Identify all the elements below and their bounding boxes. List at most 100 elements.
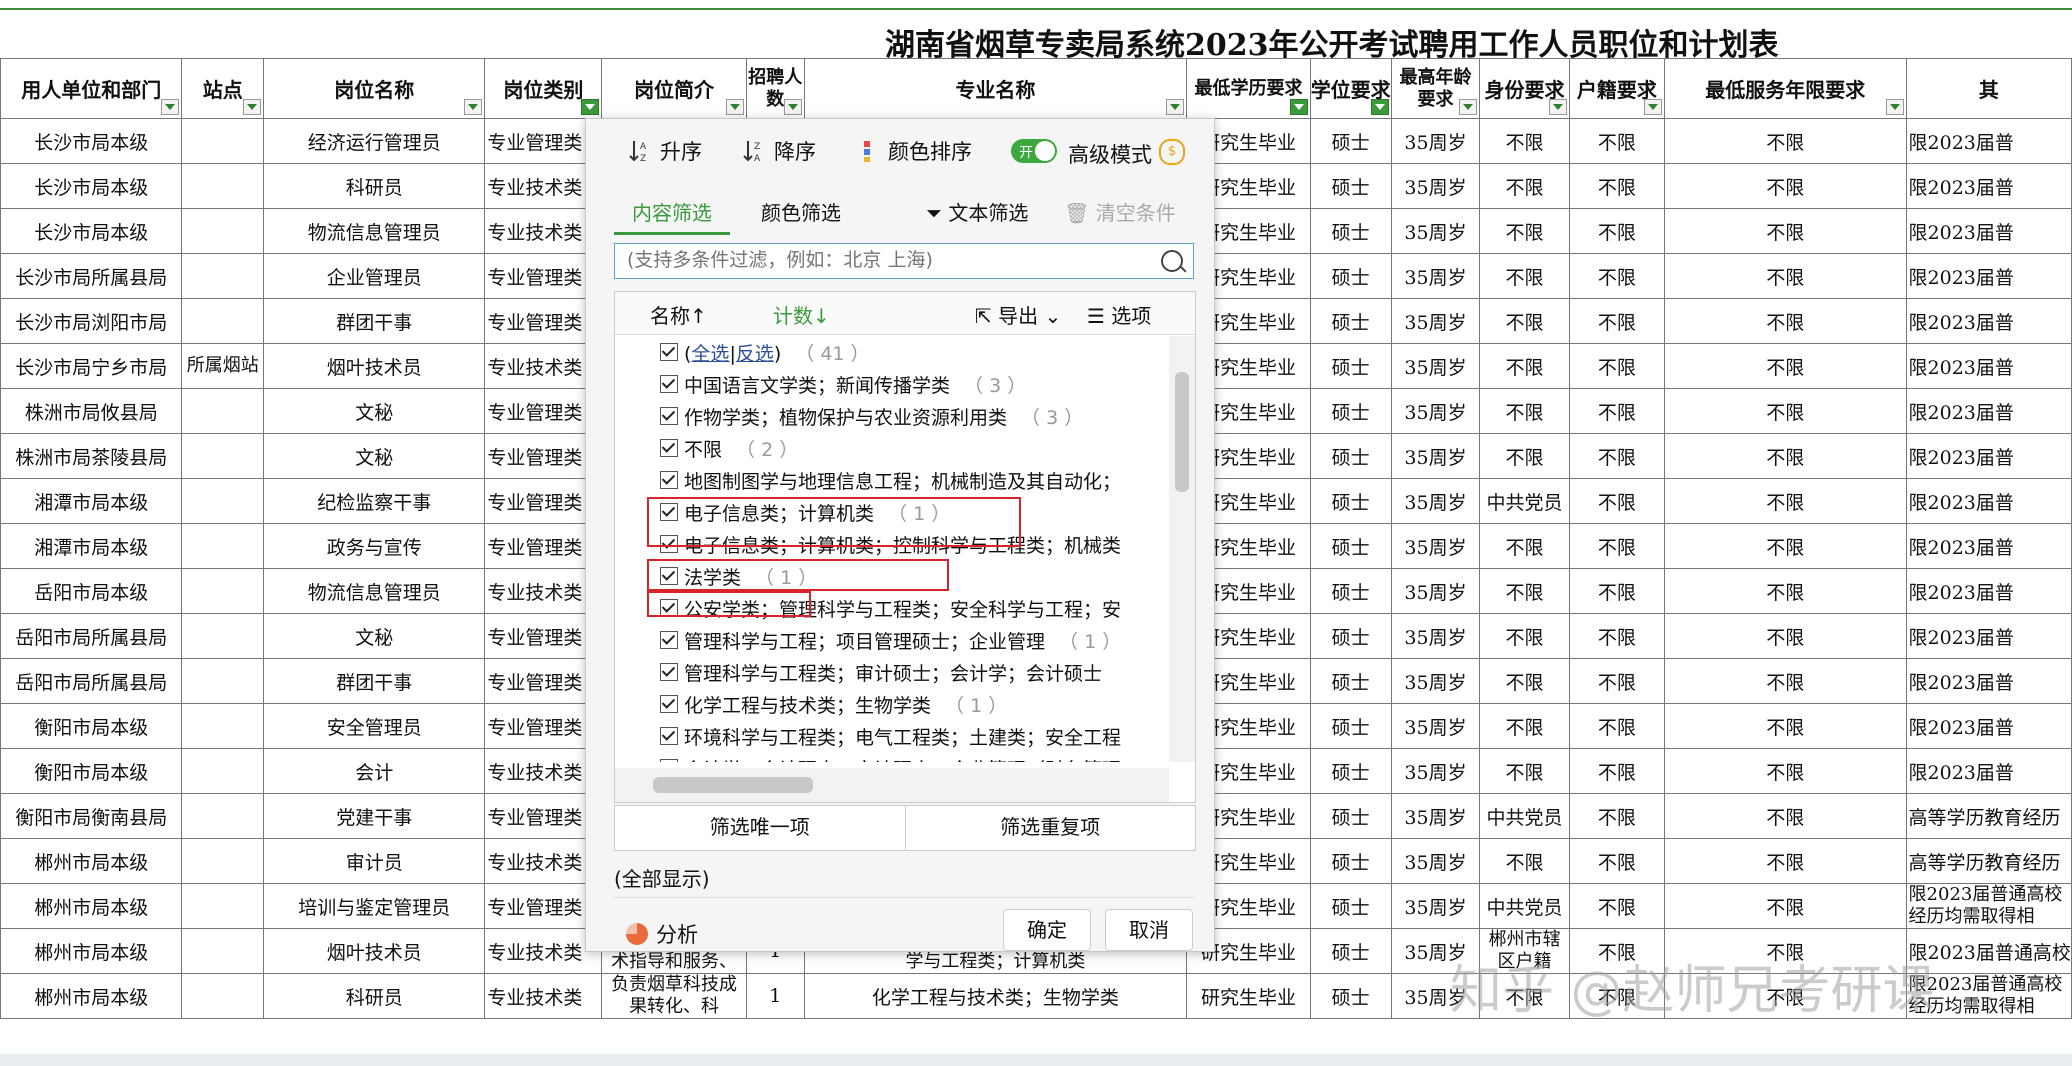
table-cell[interactable] bbox=[181, 163, 265, 209]
table-cell[interactable]: 文秘 bbox=[263, 613, 486, 659]
table-cell[interactable]: 郴州市局本级 bbox=[0, 928, 183, 974]
table-cell[interactable]: 35周岁 bbox=[1390, 703, 1481, 749]
table-cell[interactable]: 不限 bbox=[1568, 298, 1666, 344]
column-header[interactable]: 站点 bbox=[181, 58, 265, 119]
sort-ascending-button[interactable]: AZ 升序 bbox=[628, 136, 702, 166]
table-cell[interactable]: 长沙市局所属县局 bbox=[0, 253, 183, 299]
scroll-thumb[interactable] bbox=[1175, 372, 1189, 492]
column-header[interactable]: 其 bbox=[1905, 58, 2072, 119]
checkbox[interactable] bbox=[660, 663, 678, 681]
table-cell[interactable]: 限2023届普 bbox=[1905, 343, 2072, 389]
table-cell[interactable]: 高等学历教育经历 bbox=[1905, 793, 2072, 839]
table-cell[interactable]: 不限 bbox=[1664, 388, 1907, 434]
filter-search-box[interactable] bbox=[614, 243, 1194, 279]
filter-list-item[interactable]: 化学工程与技术类；生物学类 （ 1 ） bbox=[615, 688, 1160, 720]
color-sort-button[interactable]: 颜色排序 bbox=[856, 136, 972, 166]
table-cell[interactable]: 限2023届普 bbox=[1905, 568, 2072, 614]
table-cell[interactable]: 郴州市局本级 bbox=[0, 973, 183, 1019]
filter-active-icon[interactable] bbox=[581, 99, 600, 115]
table-cell[interactable]: 研究生毕业 bbox=[1186, 973, 1311, 1019]
table-cell[interactable]: 长沙市局本级 bbox=[0, 118, 183, 164]
table-cell[interactable]: 不限 bbox=[1664, 523, 1907, 569]
table-cell[interactable] bbox=[181, 208, 265, 254]
table-cell[interactable]: 35周岁 bbox=[1390, 658, 1481, 704]
checkbox[interactable] bbox=[660, 375, 678, 393]
table-cell[interactable]: 郴州市局本级 bbox=[0, 883, 183, 929]
table-cell[interactable]: 不限 bbox=[1664, 568, 1907, 614]
column-header[interactable]: 岗位类别 bbox=[484, 58, 603, 119]
table-cell[interactable]: 35周岁 bbox=[1390, 613, 1481, 659]
filter-duplicate-button[interactable]: 筛选重复项 bbox=[906, 806, 1196, 850]
export-button[interactable]: ⇱ 导出 ⌄ bbox=[975, 300, 1061, 329]
table-cell[interactable]: 物流信息管理员 bbox=[263, 568, 486, 614]
checkbox[interactable] bbox=[660, 759, 678, 762]
table-cell[interactable]: 硕士 bbox=[1309, 568, 1392, 614]
filter-dropdown-icon[interactable] bbox=[464, 99, 483, 115]
analysis-button[interactable]: 分析 bbox=[626, 919, 698, 949]
text-filter-button[interactable]: ⏷ 文本筛选 bbox=[926, 197, 1028, 226]
table-cell[interactable]: 硕士 bbox=[1309, 793, 1392, 839]
filter-dropdown-icon[interactable] bbox=[783, 99, 802, 115]
table-cell[interactable]: 不限 bbox=[1568, 388, 1666, 434]
vertical-scrollbar[interactable] bbox=[1169, 336, 1195, 762]
table-cell[interactable] bbox=[181, 928, 265, 974]
table-cell[interactable]: 郴州市局本级 bbox=[0, 838, 183, 884]
table-cell[interactable]: 不限 bbox=[1479, 253, 1570, 299]
table-cell[interactable]: 35周岁 bbox=[1390, 343, 1481, 389]
table-cell[interactable]: 不限 bbox=[1568, 793, 1666, 839]
table-cell[interactable]: 湘潭市局本级 bbox=[0, 478, 183, 524]
table-cell[interactable]: 限2023届普 bbox=[1905, 208, 2072, 254]
table-cell[interactable]: 限2023届普 bbox=[1905, 523, 2072, 569]
tab-color-filter[interactable]: 颜色筛选 bbox=[761, 197, 841, 226]
table-cell[interactable]: 硕士 bbox=[1309, 343, 1392, 389]
table-cell[interactable] bbox=[181, 703, 265, 749]
table-cell[interactable]: 不限 bbox=[1568, 568, 1666, 614]
table-cell[interactable]: 株洲市局茶陵县局 bbox=[0, 433, 183, 479]
table-cell[interactable]: 不限 bbox=[1664, 748, 1907, 794]
table-cell[interactable]: 硕士 bbox=[1309, 253, 1392, 299]
table-cell[interactable]: 物流信息管理员 bbox=[263, 208, 486, 254]
table-cell[interactable]: 专业技术类 bbox=[484, 973, 603, 1019]
filter-list-item[interactable]: 会计学；会计硕士；审计硕士；企业管理（财务管理 bbox=[615, 752, 1160, 762]
show-all-label[interactable]: (全部显示) bbox=[614, 863, 710, 892]
table-cell[interactable] bbox=[181, 613, 265, 659]
table-cell[interactable]: 1 bbox=[745, 973, 805, 1019]
options-button[interactable]: ☰ 选项 bbox=[1087, 300, 1151, 329]
table-cell[interactable]: 35周岁 bbox=[1390, 163, 1481, 209]
checkbox[interactable] bbox=[660, 343, 678, 361]
filter-dropdown-icon[interactable] bbox=[725, 99, 744, 115]
filter-list-item[interactable]: 地图制图学与地理信息工程；机械制造及其自动化； bbox=[615, 464, 1160, 496]
table-cell[interactable]: 限2023届普通高校经历均需取得相 bbox=[1905, 883, 2072, 929]
table-cell[interactable]: 35周岁 bbox=[1390, 748, 1481, 794]
table-cell[interactable]: 不限 bbox=[1479, 838, 1570, 884]
column-header[interactable]: 最高年龄要求 bbox=[1390, 58, 1481, 119]
table-cell[interactable] bbox=[181, 298, 265, 344]
table-cell[interactable]: 35周岁 bbox=[1390, 208, 1481, 254]
table-cell[interactable]: 硕士 bbox=[1309, 973, 1392, 1019]
table-cell[interactable]: 群团干事 bbox=[263, 298, 486, 344]
table-cell[interactable]: 不限 bbox=[1664, 838, 1907, 884]
table-cell[interactable] bbox=[181, 478, 265, 524]
table-cell[interactable]: 硕士 bbox=[1309, 748, 1392, 794]
filter-list-item[interactable]: 不限 （ 2 ） bbox=[615, 432, 1160, 464]
tab-content-filter[interactable]: 内容筛选 bbox=[614, 197, 730, 235]
table-cell[interactable]: 所属烟站 bbox=[181, 343, 265, 389]
table-cell[interactable]: 岳阳市局本级 bbox=[0, 568, 183, 614]
column-header[interactable]: 用人单位和部门 bbox=[0, 58, 183, 119]
checkbox[interactable] bbox=[660, 631, 678, 649]
table-cell[interactable]: 硕士 bbox=[1309, 613, 1392, 659]
column-header[interactable]: 招聘人数 bbox=[745, 58, 805, 119]
table-cell[interactable]: 硕士 bbox=[1309, 298, 1392, 344]
checkbox[interactable] bbox=[660, 439, 678, 457]
table-cell[interactable]: 不限 bbox=[1664, 478, 1907, 524]
table-cell[interactable]: 纪检监察干事 bbox=[263, 478, 486, 524]
table-cell[interactable]: 会计 bbox=[263, 748, 486, 794]
filter-list-item[interactable]: 中国语言文学类；新闻传播学类 （ 3 ） bbox=[615, 368, 1160, 400]
table-cell[interactable]: 不限 bbox=[1479, 748, 1570, 794]
select-all-row[interactable]: (全选|反选) （ 41 ） bbox=[615, 336, 1160, 368]
filter-list-item[interactable]: 环境科学与工程类；电气工程类；土建类；安全工程 bbox=[615, 720, 1160, 752]
sort-by-count-button[interactable]: 计数↓ bbox=[773, 300, 830, 329]
table-cell[interactable]: 35周岁 bbox=[1390, 838, 1481, 884]
search-icon[interactable] bbox=[1161, 250, 1183, 272]
table-cell[interactable]: 不限 bbox=[1664, 118, 1907, 164]
